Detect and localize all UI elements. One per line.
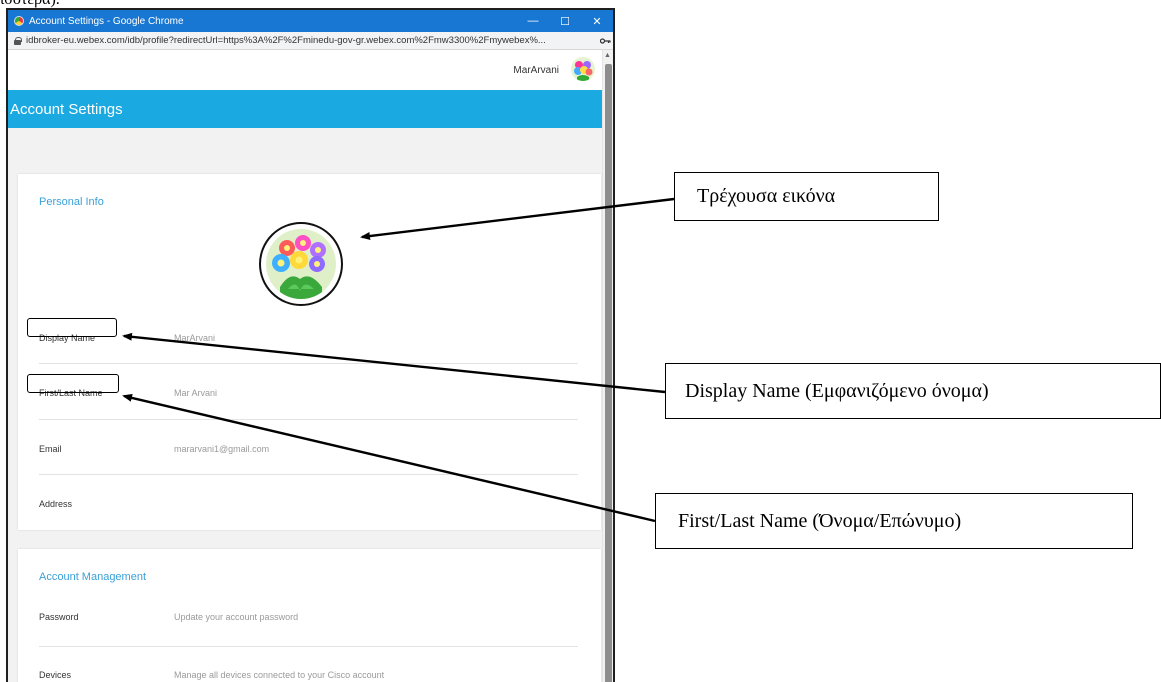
annotation-arrows xyxy=(122,197,675,523)
display-name-arrow xyxy=(122,332,666,394)
document-page: ισότερα). Account Settings - Google Chro… xyxy=(0,0,1161,682)
first-last-name-arrow xyxy=(122,393,656,523)
current-image-arrow xyxy=(360,197,675,241)
